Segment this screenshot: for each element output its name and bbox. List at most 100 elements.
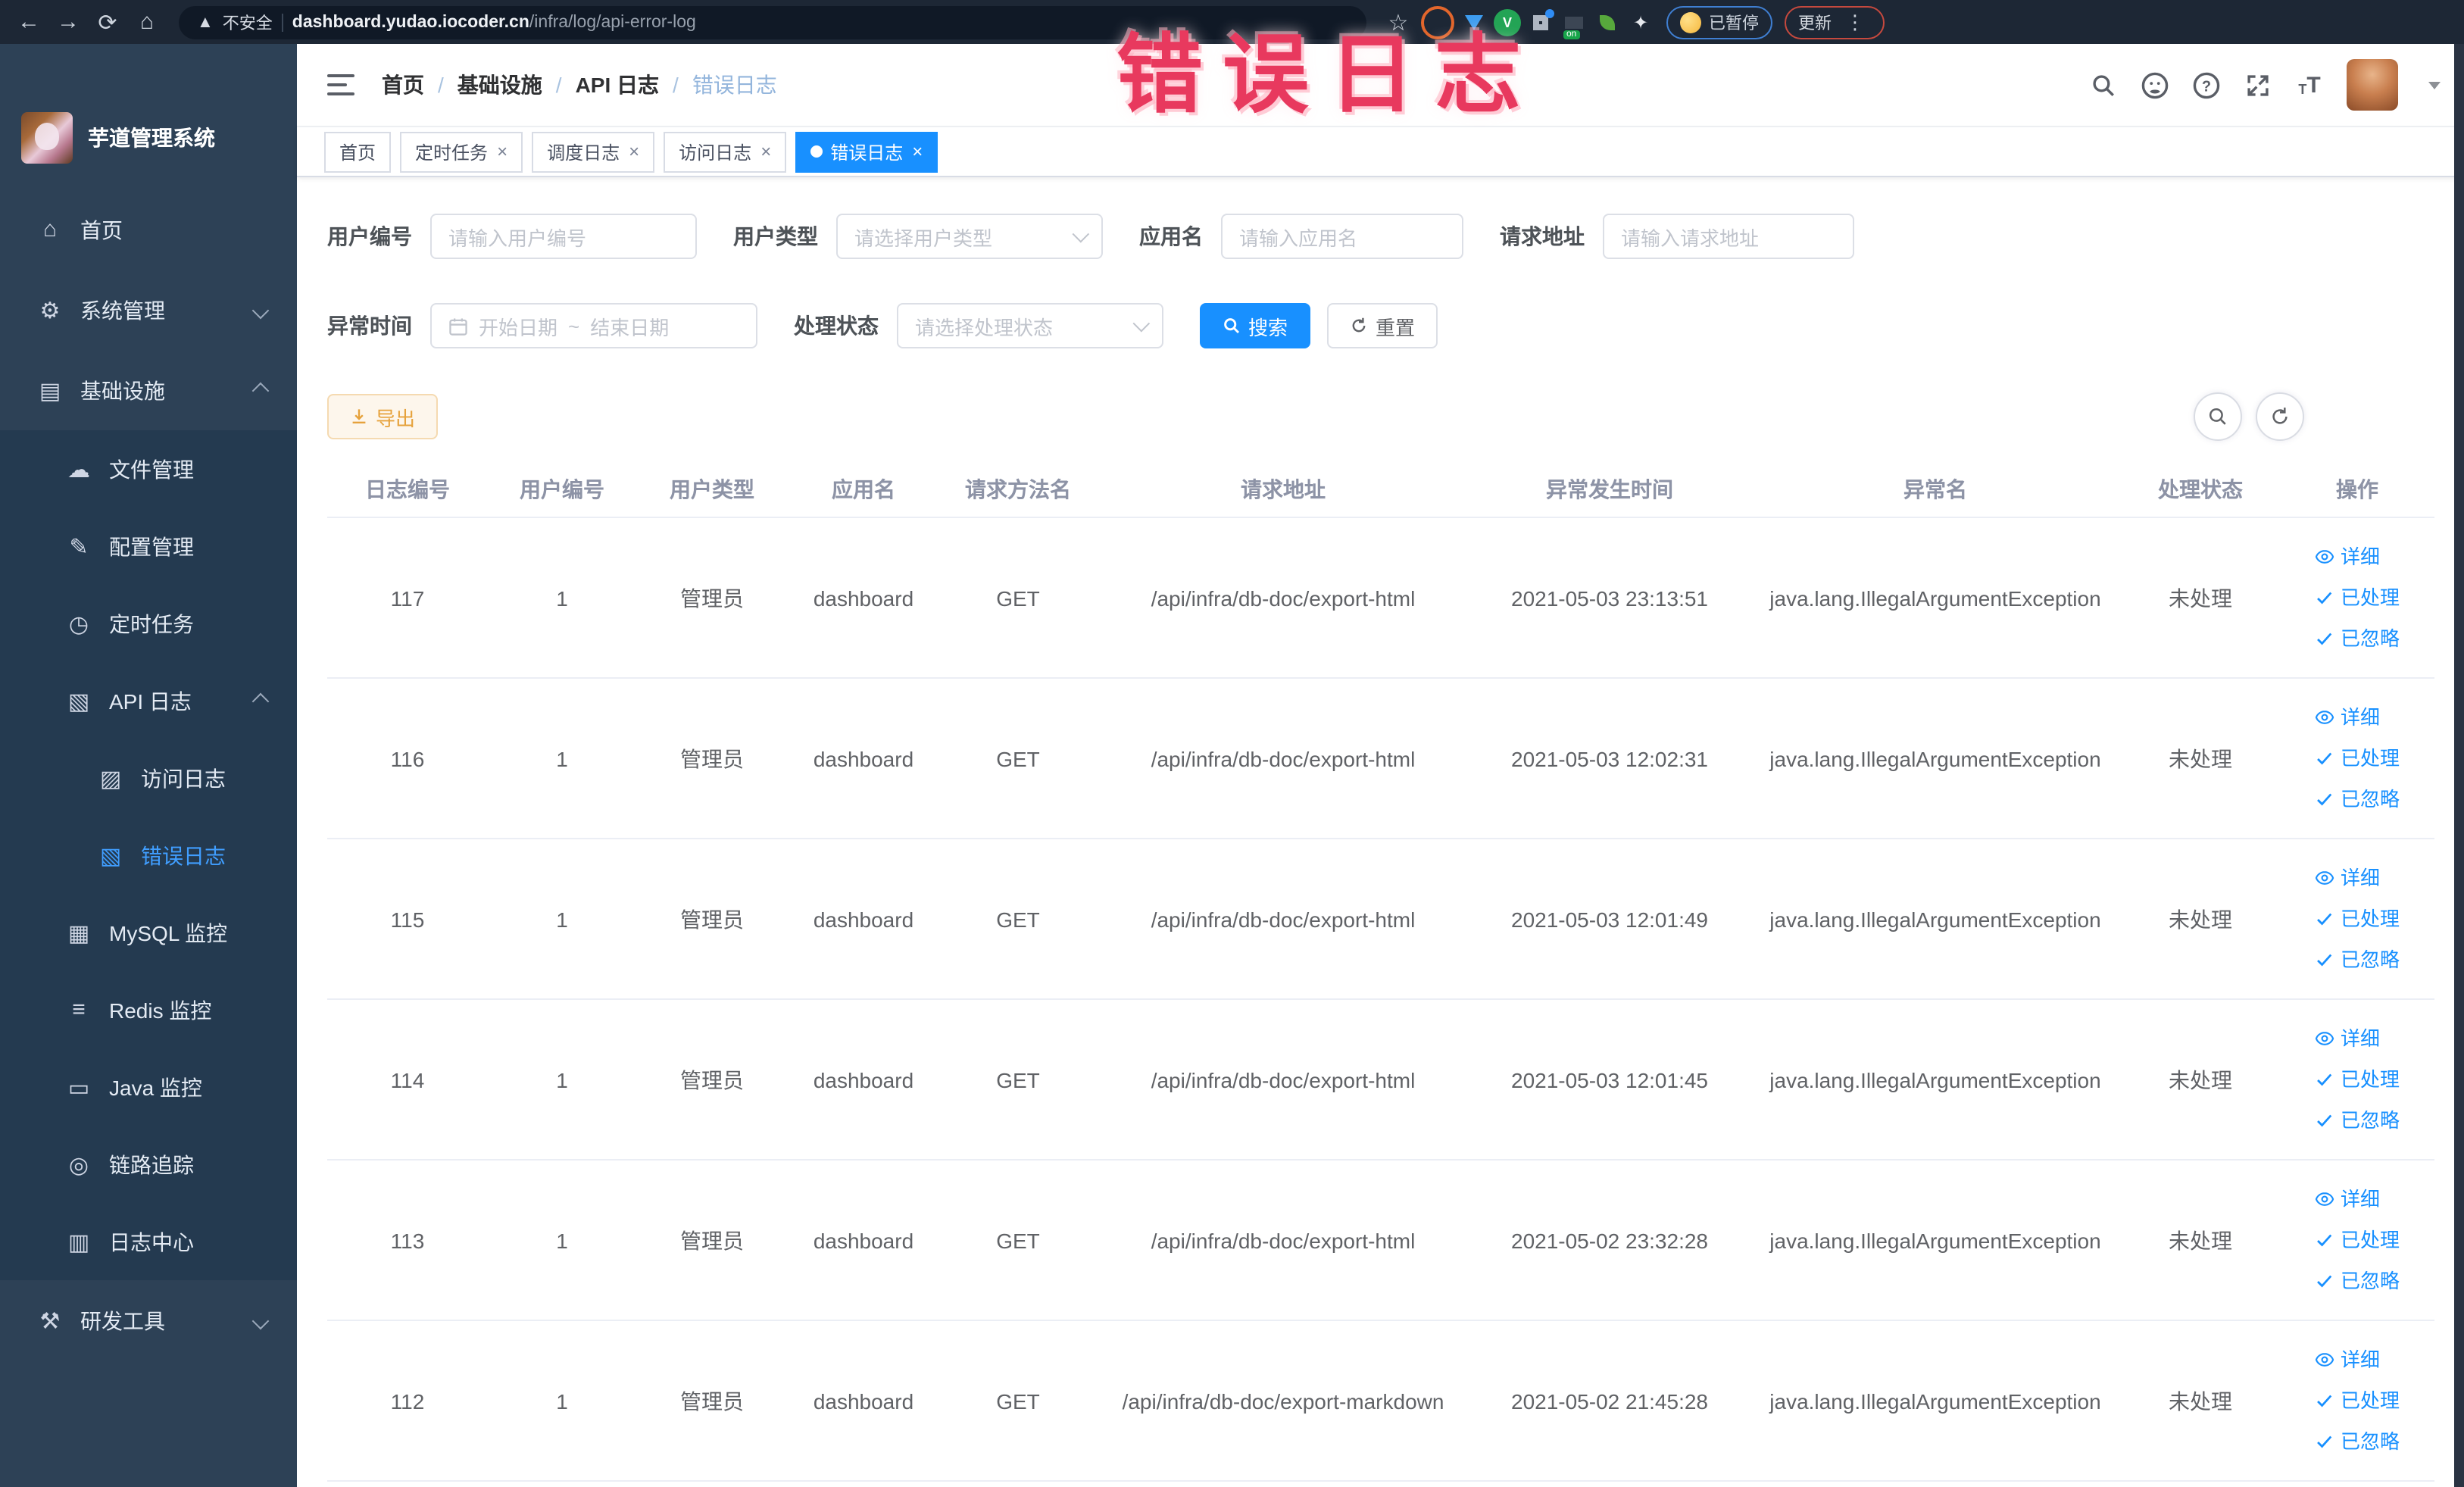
toggle-search-button[interactable]	[2193, 392, 2241, 441]
processed-link[interactable]: 已处理	[2315, 1380, 2400, 1421]
search-icon[interactable]	[2088, 70, 2119, 100]
extension-grid-icon[interactable]	[1527, 8, 1554, 36]
processed-link[interactable]: 已处理	[2315, 898, 2400, 939]
browser-home-icon[interactable]: ⌂	[130, 5, 164, 39]
sidebar-item-基础设施[interactable]: ▤ 基础设施	[0, 350, 297, 430]
breadcrumb-separator: /	[438, 73, 444, 97]
sidebar-item-错误日志[interactable]: ▧ 错误日志	[0, 817, 297, 894]
sidebar-item-API 日志[interactable]: ▧ API 日志	[0, 662, 297, 739]
refresh-table-button[interactable]	[2255, 392, 2303, 441]
detail-link[interactable]: 详细	[2315, 858, 2400, 898]
update-button[interactable]: 更新 ⋮	[1785, 5, 1885, 39]
eye-icon	[2315, 1192, 2334, 1206]
detail-link[interactable]: 详细	[2315, 697, 2400, 738]
sidebar-item-MySQL 监控[interactable]: ▦ MySQL 监控	[0, 894, 297, 971]
exception-name: java.lang.IllegalArgumentException	[1750, 839, 2121, 1000]
sidebar-item-系统管理[interactable]: ⚙ 系统管理	[0, 270, 297, 350]
hamburger-icon[interactable]	[327, 74, 354, 95]
search-button-label: 搜索	[1248, 316, 1288, 339]
close-tab-icon[interactable]: ×	[497, 141, 507, 162]
search-button[interactable]: 搜索	[1200, 303, 1311, 348]
extension-orange-icon[interactable]	[1421, 5, 1454, 39]
tab-调度日志[interactable]: 调度日志 ×	[532, 131, 655, 172]
browser-forward-icon[interactable]: →	[52, 5, 85, 39]
app-logo-row[interactable]: 芋道管理系统	[0, 44, 297, 171]
close-tab-icon[interactable]: ×	[760, 141, 771, 162]
detail-link[interactable]: 详细	[2315, 1179, 2400, 1220]
extension-v-icon[interactable]: V	[1494, 8, 1521, 36]
processed-link[interactable]: 已处理	[2315, 577, 2400, 618]
processed-link[interactable]: 已处理	[2315, 738, 2400, 779]
tags-view-bar: 首页 定时任务 × 调度日志 × 访问日志 × 错误日志 ×	[297, 127, 2464, 177]
browser-menu-kebab-icon[interactable]: ⋮	[1839, 10, 1871, 34]
close-tab-icon[interactable]: ×	[629, 141, 639, 162]
status-select[interactable]: 请选择处理状态	[897, 303, 1163, 348]
log-id: 115	[327, 839, 488, 1000]
table-header-row: 日志编号 用户编号 用户类型 应用名 请求方法名 请求地址 异常发生时间 异常名 处理状态 操作	[327, 461, 2434, 518]
export-button[interactable]: 导出	[327, 394, 439, 439]
method: GET	[939, 839, 1097, 1000]
close-tab-icon[interactable]: ×	[912, 141, 923, 162]
sidebar-item-Redis 监控[interactable]: ≡ Redis 监控	[0, 971, 297, 1048]
processed-link[interactable]: 已处理	[2315, 1059, 2400, 1100]
user-menu-caret-icon[interactable]	[2428, 81, 2440, 89]
fullscreen-icon[interactable]	[2243, 70, 2273, 100]
exception-name: java.lang.IllegalArgumentException	[1750, 678, 2121, 839]
security-label: 不安全	[222, 14, 273, 33]
ignored-link[interactable]: 已忽略	[2315, 1100, 2400, 1141]
status-filter-label: 处理状态	[794, 314, 879, 338]
tab-访问日志[interactable]: 访问日志 ×	[664, 131, 787, 172]
ignored-link[interactable]: 已忽略	[2315, 779, 2400, 820]
breadcrumb-item-首页[interactable]: 首页	[382, 70, 424, 100]
应用名-input[interactable]: 请输入应用名	[1221, 214, 1463, 259]
tab-首页[interactable]: 首页	[324, 131, 392, 172]
ignored-link[interactable]: 已忽略	[2315, 1261, 2400, 1301]
user-type: 管理员	[636, 839, 788, 1000]
extension-shield-icon[interactable]	[1460, 8, 1488, 36]
browser-reload-icon[interactable]: ⟳	[91, 5, 124, 39]
paused-badge[interactable]: 已暂停	[1666, 5, 1772, 39]
user-id: 1	[488, 999, 636, 1161]
browser-toolbar: ← → ⟳ ⌂ ▲ 不安全 dashboard.yudao.iocoder.cn…	[0, 0, 2464, 44]
date-end-placeholder: 结束日期	[590, 316, 670, 339]
font-size-icon[interactable]: TT	[2294, 70, 2325, 100]
sidebar-item-访问日志[interactable]: ▨ 访问日志	[0, 739, 297, 817]
tab-错误日志[interactable]: 错误日志 ×	[795, 131, 938, 172]
browser-back-icon[interactable]: ←	[12, 5, 45, 39]
extension-on-toggle-icon[interactable]: on	[1560, 8, 1588, 39]
check-icon	[2317, 1435, 2332, 1448]
eye-icon	[2315, 1032, 2334, 1045]
address-bar[interactable]: ▲ 不安全 dashboard.yudao.iocoder.cn/infra/l…	[179, 5, 1366, 39]
user-avatar[interactable]	[2346, 59, 2397, 111]
date-range-input[interactable]: 开始日期 ~ 结束日期	[430, 303, 757, 348]
help-icon[interactable]: ?	[2191, 70, 2222, 100]
用户编号-input[interactable]: 请输入用户编号	[430, 214, 697, 259]
extensions-puzzle-icon[interactable]: ✦	[1627, 8, 1654, 36]
breadcrumb-item-基础设施[interactable]: 基础设施	[458, 70, 542, 100]
page-scrollbar[interactable]	[2454, 44, 2464, 1487]
ignored-link[interactable]: 已忽略	[2315, 939, 2400, 980]
请求地址-input[interactable]: 请输入请求地址	[1603, 214, 1854, 259]
reset-button[interactable]: 重置	[1327, 303, 1438, 348]
sidebar-item-首页[interactable]: ⌂ 首页	[0, 189, 297, 270]
request-url: /api/infra/db-doc/export-markdown	[1097, 1320, 1469, 1482]
sidebar-item-研发工具[interactable]: ⚒ 研发工具	[0, 1280, 297, 1360]
detail-link[interactable]: 详细	[2315, 536, 2400, 577]
breadcrumb-item-API 日志[interactable]: API 日志	[576, 70, 659, 100]
processed-link[interactable]: 已处理	[2315, 1220, 2400, 1261]
bookmark-star-icon[interactable]: ☆	[1382, 5, 1415, 39]
extension-leaf-icon[interactable]	[1594, 8, 1621, 36]
detail-link[interactable]: 详细	[2315, 1339, 2400, 1380]
ignored-link[interactable]: 已忽略	[2315, 1421, 2400, 1462]
用户类型-select[interactable]: 请选择用户类型	[836, 214, 1103, 259]
ignored-link[interactable]: 已忽略	[2315, 618, 2400, 659]
sidebar-item-日志中心[interactable]: ▥ 日志中心	[0, 1203, 297, 1280]
sidebar-item-文件管理[interactable]: ☁ 文件管理	[0, 430, 297, 508]
tab-定时任务[interactable]: 定时任务 ×	[400, 131, 523, 172]
sidebar-item-链路追踪[interactable]: ◎ 链路追踪	[0, 1126, 297, 1203]
sidebar-item-Java 监控[interactable]: ▭ Java 监控	[0, 1048, 297, 1126]
detail-link[interactable]: 详细	[2315, 1018, 2400, 1059]
sidebar-item-配置管理[interactable]: ✎ 配置管理	[0, 508, 297, 585]
sidebar-item-定时任务[interactable]: ◷ 定时任务	[0, 585, 297, 662]
github-icon[interactable]	[2140, 70, 2170, 100]
